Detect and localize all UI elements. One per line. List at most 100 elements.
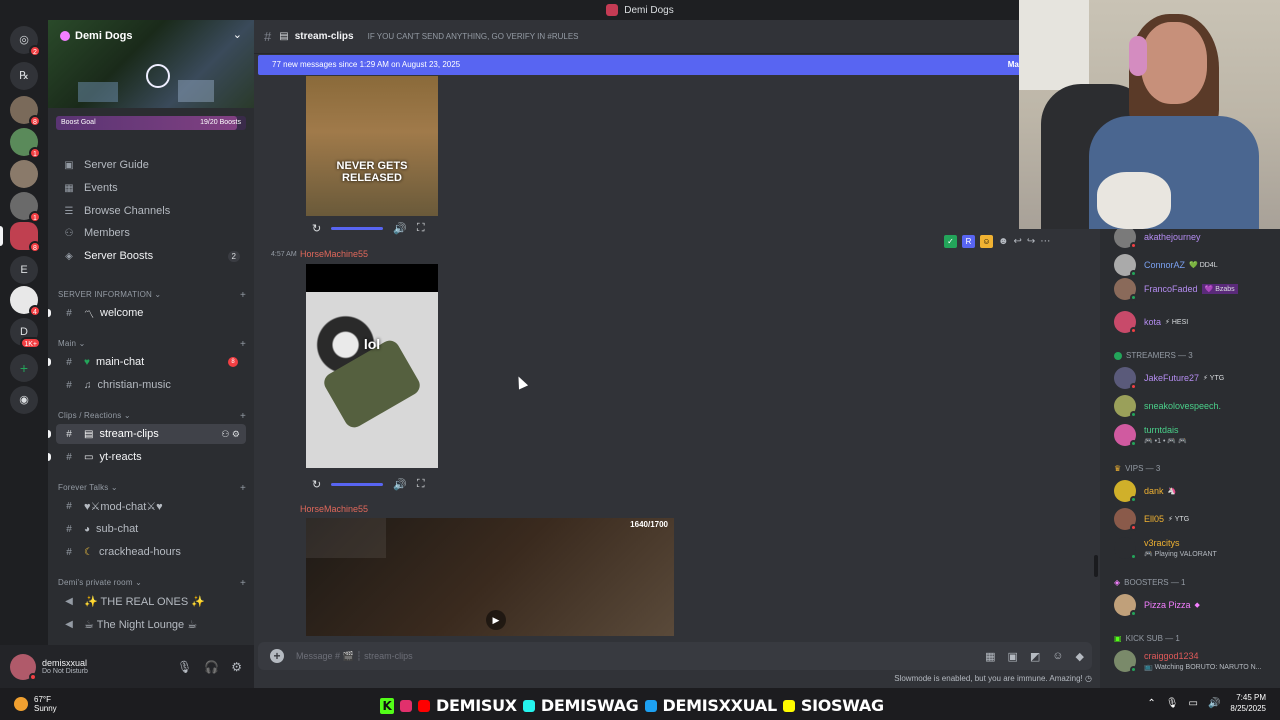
message-author[interactable]: HorseMachine55: [300, 504, 368, 514]
channel-settings-gear-icon[interactable]: ⚇ ⚙: [221, 429, 240, 440]
video-embed[interactable]: lol: [306, 264, 438, 468]
sticker-icon[interactable]: ◩: [1030, 650, 1040, 663]
server-icon-2[interactable]: ℞: [10, 62, 38, 90]
server-icon-demi-dogs[interactable]: 8: [10, 222, 41, 253]
category-forever-talks[interactable]: Forever Talks ⌄ +: [58, 483, 246, 494]
channel-main-chat[interactable]: # ♥ main-chat 8: [56, 352, 246, 372]
server-icon-4[interactable]: 1: [10, 128, 41, 159]
member-item[interactable]: Ell05 ⚡ YTG: [1114, 508, 1189, 531]
server-icon-e[interactable]: E: [10, 256, 38, 284]
chevron-down-icon[interactable]: ⌄: [233, 28, 242, 41]
progress-bar[interactable]: [331, 483, 384, 486]
member-item[interactable]: sneakolovespeech.: [1114, 395, 1221, 418]
gift-icon[interactable]: ▦: [985, 650, 995, 663]
nav-events[interactable]: ▦ Events: [56, 178, 246, 198]
home-discord-icon[interactable]: ◎ 2: [10, 26, 41, 57]
message-author[interactable]: HorseMachine55: [300, 249, 368, 259]
reply-icon[interactable]: ↩: [1014, 236, 1022, 247]
member-item[interactable]: kota ⚡ HESI: [1114, 311, 1188, 334]
weather-widget[interactable]: 67°F Sunny: [14, 695, 57, 713]
headphones-icon[interactable]: 🎧: [204, 660, 219, 674]
channel-mod-chat[interactable]: # ♥⚔mod-chat⚔♥: [56, 496, 246, 516]
boost-goal-bar[interactable]: Boost Goal 19/20 Boosts: [56, 116, 246, 130]
volume-icon[interactable]: 🔊: [393, 478, 407, 491]
category-demis-private-room[interactable]: Demi's private room ⌄ +: [58, 578, 246, 589]
member-item[interactable]: ConnorAZ 💚 DD4L: [1114, 254, 1218, 277]
add-reaction-icon[interactable]: ☻: [998, 236, 1009, 247]
video-embed[interactable]: 1640/1700 ▶: [306, 518, 674, 636]
webcam-window: [1019, 0, 1089, 90]
forward-icon[interactable]: ↪: [1027, 236, 1035, 247]
r-reaction-icon[interactable]: R: [962, 234, 975, 248]
server-folder-d[interactable]: D 1K+: [10, 318, 41, 349]
member-item[interactable]: Pizza Pizza ◆: [1114, 594, 1200, 617]
progress-bar[interactable]: [331, 227, 384, 230]
category-server-information[interactable]: SERVER INFORMATION ⌄ +: [58, 290, 246, 301]
category-main[interactable]: Main ⌄ +: [58, 339, 246, 350]
add-channel-icon[interactable]: +: [240, 483, 246, 494]
message-composer[interactable]: + Message # 🎬 ┆ stream-clips ▦ ▣ ◩ ☺ ◆: [258, 642, 1092, 670]
replay-icon[interactable]: ↻: [312, 222, 321, 235]
settings-gear-icon[interactable]: ⚙: [231, 660, 242, 674]
member-item[interactable]: dank 🦄: [1114, 480, 1176, 503]
replay-icon[interactable]: ↻: [312, 478, 321, 491]
network-icon[interactable]: ▭: [1189, 698, 1198, 709]
server-icon-5[interactable]: [10, 160, 38, 188]
member-item[interactable]: FrancoFaded 💜 Bzabs: [1114, 278, 1238, 301]
new-messages-bar[interactable]: 77 new messages since 1:29 AM on August …: [258, 55, 1024, 75]
volume-icon[interactable]: 🔊: [1208, 698, 1220, 709]
member-item[interactable]: craiggod1234 📺 Watching BORUTO: NARUTO N.…: [1114, 650, 1262, 673]
member-item[interactable]: v3racitys 🎮 Playing VALORANT: [1114, 537, 1217, 560]
microphone-icon[interactable]: 🎙: [177, 660, 192, 674]
attach-plus-icon[interactable]: +: [270, 649, 284, 663]
channel-the-real-ones[interactable]: ◀ ✨ THE REAL ONES ✨: [56, 591, 246, 611]
add-channel-icon[interactable]: +: [240, 578, 246, 589]
gif-icon[interactable]: ▣: [1007, 650, 1017, 663]
system-tray: ⌃ 🎙 ▭ 🔊 7:45 PM 8/25/2025: [1147, 692, 1266, 714]
member-item[interactable]: turntdais 🎮 •1 • 🎮 🎮: [1114, 424, 1187, 447]
clock[interactable]: 7:45 PM 8/25/2025: [1230, 692, 1266, 714]
add-channel-icon[interactable]: +: [240, 411, 246, 422]
server-banner[interactable]: Demi Dogs ⌄: [48, 20, 254, 108]
channel-crackhead-hours[interactable]: # ☾ crackhead-hours: [56, 542, 246, 562]
scrollbar[interactable]: [1094, 555, 1098, 577]
channel-welcome[interactable]: # 〽 welcome: [56, 303, 246, 323]
play-icon[interactable]: ▶: [486, 610, 506, 630]
server-icon-6[interactable]: 1: [10, 192, 41, 223]
discover-compass-icon[interactable]: ◉: [10, 386, 38, 414]
video-embed[interactable]: NEVER GETS RELEASED: [306, 76, 438, 216]
channel-sub-chat[interactable]: # ◕ sub-chat: [56, 519, 246, 539]
nav-members[interactable]: ⚇ Members: [56, 223, 246, 243]
fullscreen-icon[interactable]: ⛶: [417, 222, 425, 235]
nav-server-boosts[interactable]: ◈ Server Boosts 2: [56, 246, 246, 266]
microphone-icon[interactable]: 🎙: [1166, 698, 1179, 709]
add-channel-icon[interactable]: +: [240, 290, 246, 301]
member-item[interactable]: akathejourney: [1114, 226, 1201, 249]
check-reaction-icon[interactable]: ✓: [944, 234, 957, 248]
channel-christian-music[interactable]: # ♫ christian-music: [56, 375, 246, 395]
nav-server-guide[interactable]: ▣ Server Guide: [56, 155, 246, 175]
server-icon-3[interactable]: 8: [10, 96, 41, 127]
member-item[interactable]: JakeFuture27 ⚡ YTG: [1114, 367, 1224, 390]
emoji-icon[interactable]: ☺: [1052, 650, 1063, 663]
add-server-icon[interactable]: +: [10, 354, 38, 382]
message-input[interactable]: Message # 🎬 ┆ stream-clips: [296, 651, 413, 662]
category-clips-reactions[interactable]: Clips / Reactions ⌄ +: [58, 411, 246, 422]
nav-browse-channels[interactable]: ☰ Browse Channels: [56, 201, 246, 221]
apps-icon[interactable]: ◆: [1076, 650, 1084, 663]
more-icon[interactable]: ⋯: [1040, 236, 1050, 247]
add-channel-icon[interactable]: +: [240, 339, 246, 350]
channel-yt-reacts[interactable]: # ▭ yt-reacts: [56, 447, 246, 467]
server-name[interactable]: Demi Dogs: [60, 30, 132, 42]
social-handle: DEMISXXUAL: [662, 696, 778, 715]
volume-icon[interactable]: 🔊: [393, 222, 407, 235]
channel-topic[interactable]: IF YOU CAN'T SEND ANYTHING, GO VERIFY IN…: [368, 32, 579, 41]
user-info[interactable]: demisxxual Do Not Disturb: [42, 658, 88, 675]
avatar[interactable]: [10, 653, 37, 681]
server-icon-9[interactable]: 4: [10, 286, 41, 317]
laugh-reaction-icon[interactable]: ☺: [980, 234, 993, 248]
channel-night-lounge[interactable]: ◀ ☕ The Night Lounge ☕: [56, 614, 246, 634]
fullscreen-icon[interactable]: ⛶: [417, 478, 425, 491]
chevron-up-icon[interactable]: ⌃: [1147, 698, 1155, 709]
channel-stream-clips[interactable]: # ▤ stream-clips ⚇ ⚙: [56, 424, 246, 444]
